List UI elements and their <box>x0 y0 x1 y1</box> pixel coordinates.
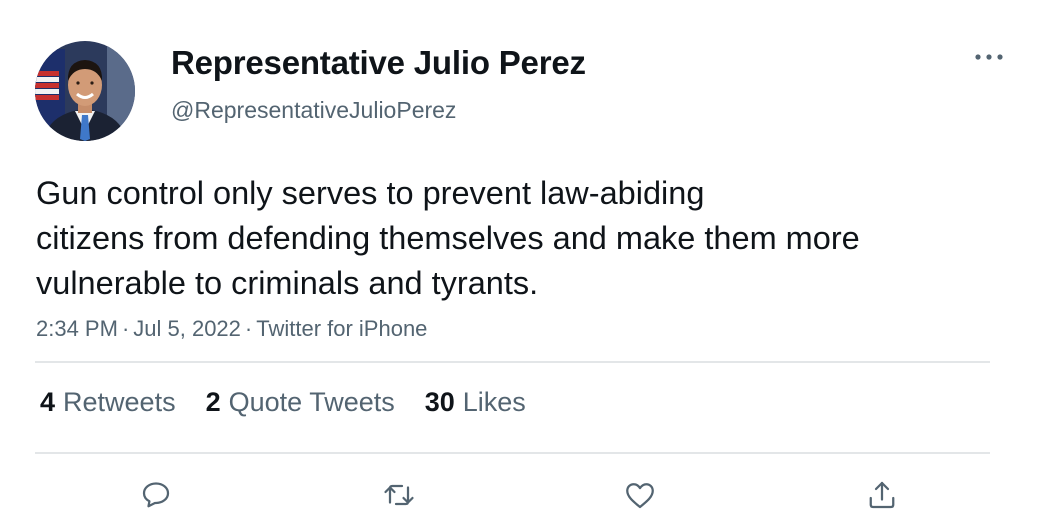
avatar-photo <box>35 41 135 141</box>
share-button[interactable] <box>860 473 904 517</box>
divider <box>35 361 990 363</box>
tweet-text-line: Gun control only serves to prevent law-a… <box>36 175 705 211</box>
retweet-button[interactable] <box>377 473 421 517</box>
retweets-stat[interactable]: 4 Retweets <box>40 387 176 418</box>
retweets-count: 4 <box>40 387 56 417</box>
tweet-actions <box>0 473 1050 517</box>
tweet-text-line: citizens from defending themselves and m… <box>36 220 860 256</box>
likes-count: 30 <box>424 387 455 417</box>
tweet-text-line: vulnerable to criminals and tyrants. <box>36 265 539 301</box>
more-options-button[interactable] <box>972 45 1006 69</box>
tweet-stats: 4 Retweets 2 Quote Tweets 30 Likes <box>40 387 556 418</box>
likes-stat[interactable]: 30 Likes <box>425 387 526 418</box>
likes-label: Likes <box>462 387 526 417</box>
tweet-meta: 2:34 PM · Jul 5, 2022 · Twitter for iPhone <box>36 316 427 342</box>
reply-button[interactable] <box>134 473 178 517</box>
quote-tweets-label: Quote Tweets <box>228 387 395 417</box>
quote-tweets-stat[interactable]: 2 Quote Tweets <box>206 387 395 418</box>
meta-separator: · <box>244 316 253 341</box>
reply-icon <box>142 482 170 508</box>
tweet-source[interactable]: Twitter for iPhone <box>256 316 427 341</box>
avatar[interactable] <box>35 41 135 141</box>
divider <box>35 452 990 454</box>
tweet-time[interactable]: 2:34 PM <box>36 316 118 341</box>
meta-separator: · <box>121 316 130 341</box>
author-display-name[interactable]: Representative Julio Perez <box>171 44 586 82</box>
retweets-label: Retweets <box>63 387 176 417</box>
author-handle[interactable]: @RepresentativeJulioPerez <box>171 97 456 124</box>
heart-icon <box>626 483 654 509</box>
more-icon <box>975 54 1003 60</box>
share-icon <box>869 481 895 509</box>
like-button[interactable] <box>618 473 662 517</box>
tweet-text: Gun control only serves to prevent law-a… <box>36 171 996 306</box>
quote-tweets-count: 2 <box>205 387 221 417</box>
retweet-icon <box>384 484 414 506</box>
tweet-date[interactable]: Jul 5, 2022 <box>133 316 241 341</box>
